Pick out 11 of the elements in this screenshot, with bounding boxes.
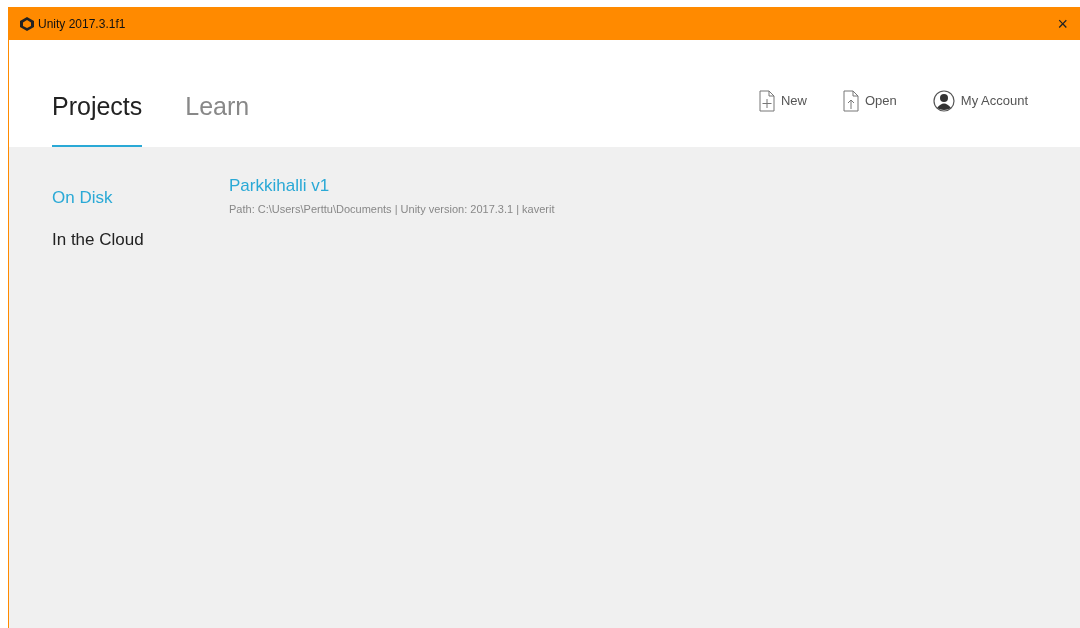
new-file-icon (758, 89, 775, 112)
sidebar-item[interactable]: In the Cloud (52, 226, 229, 252)
account-icon (932, 89, 955, 112)
new-button[interactable]: New (758, 89, 807, 112)
close-button[interactable]: × (1053, 14, 1072, 33)
project-details: Path: C:\Users\Perttu\Documents | Unity version: 2017.3.1 | kaverit (229, 201, 555, 217)
open-file-icon (843, 89, 859, 112)
window-title: Unity 2017.3.1f1 (38, 15, 126, 33)
tab[interactable]: Learn (185, 87, 250, 147)
open-button[interactable]: Open (843, 89, 897, 112)
account-button[interactable]: My Account (932, 89, 1028, 112)
